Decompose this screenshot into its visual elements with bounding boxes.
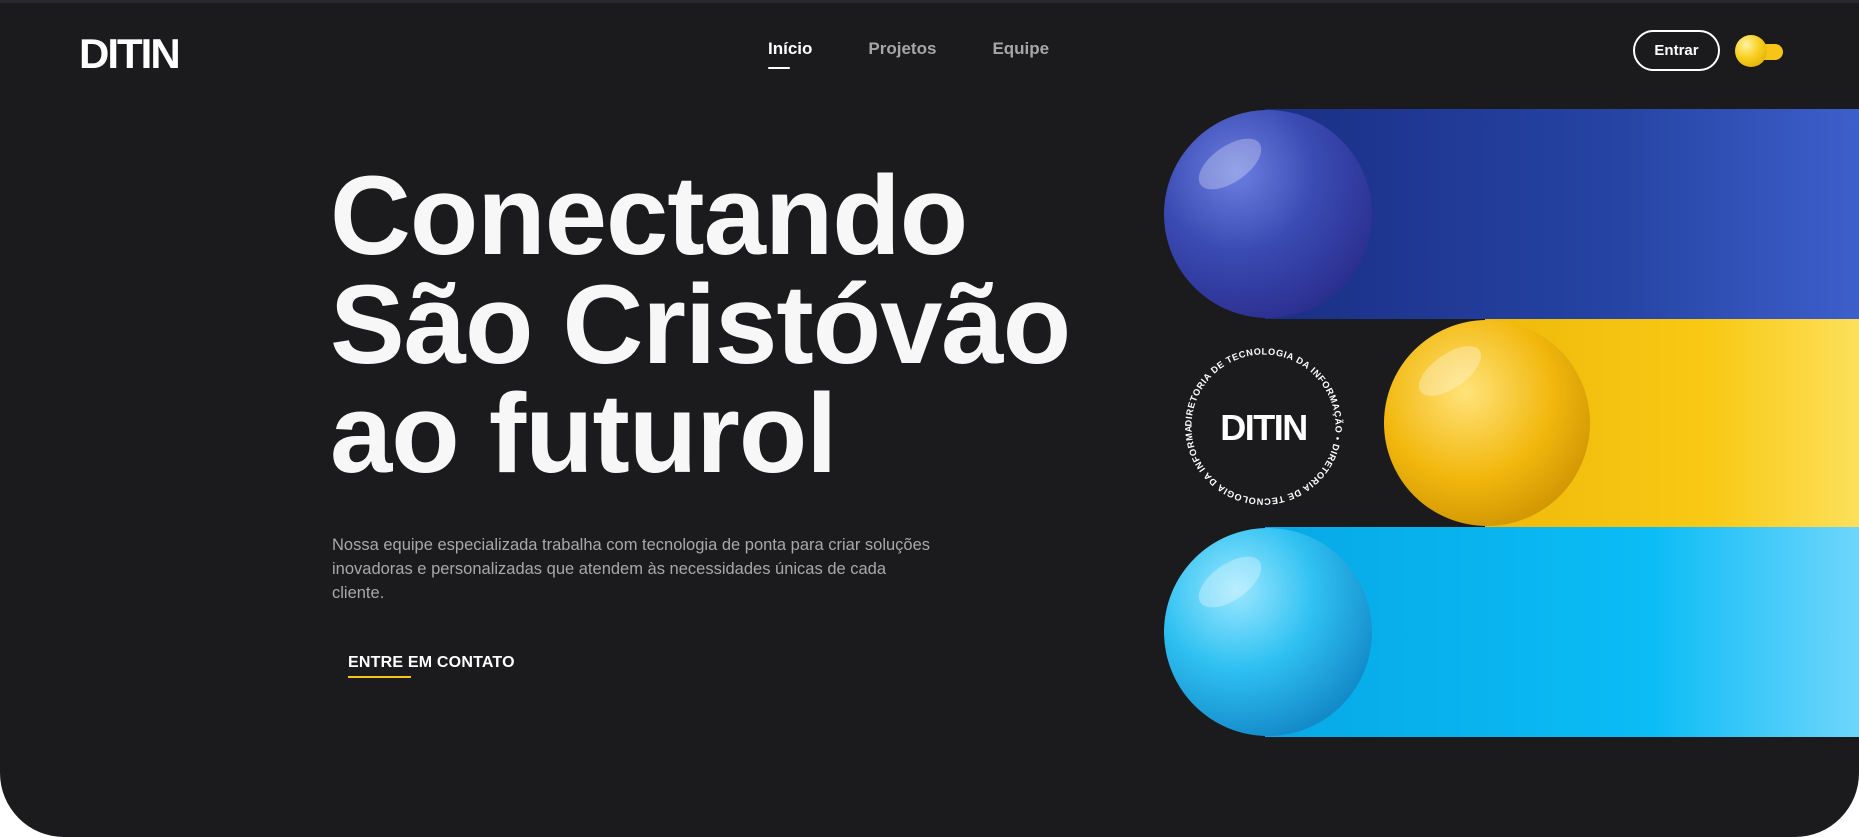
main-nav: Início Projetos Equipe [768, 39, 1049, 69]
theme-toggle[interactable] [1735, 34, 1785, 68]
cyan-sphere [1164, 528, 1372, 736]
yellow-sphere [1384, 320, 1590, 526]
sun-toggle-icon [1735, 35, 1767, 67]
hero-title-line-3: ao futurol [330, 371, 837, 496]
logo-text: DITIN [79, 30, 179, 75]
cyan-band [1160, 527, 1859, 737]
blue-band [1160, 109, 1859, 319]
logo-mark: DITIN [79, 30, 181, 77]
nav-projetos[interactable]: Projetos [868, 39, 936, 59]
nav-inicio-label: Início [768, 39, 813, 58]
site-header: DITIN Início Projetos Equipe Entrar [0, 3, 1859, 99]
ditin-logo[interactable]: DITIN [79, 25, 181, 77]
hero-title: Conectando São Cristóvão ao futurol [330, 153, 1071, 496]
nav-equipe[interactable]: Equipe [992, 39, 1049, 59]
nav-projetos-label: Projetos [868, 39, 937, 58]
blue-sphere [1164, 110, 1372, 318]
contact-cta-link[interactable]: ENTRE EM CONTATO [348, 654, 515, 672]
page: DITIN Início Projetos Equipe Entrar Cone… [0, 0, 1859, 837]
seal-logo-text: DITIN [1220, 407, 1307, 448]
login-button[interactable]: Entrar [1633, 30, 1720, 71]
nav-inicio[interactable]: Início [768, 39, 813, 69]
nav-equipe-label: Equipe [992, 39, 1050, 58]
login-button-label: Entrar [1654, 42, 1699, 59]
hero-description: Nossa equipe especializada trabalha com … [332, 536, 931, 602]
hero-title-line-2: São Cristóvão [330, 262, 1071, 387]
active-nav-underline [768, 67, 790, 69]
cta-underline [348, 676, 411, 678]
ditin-seal: DIRETORIA DE TECNOLOGIA DA INFORMAÇÃO • … [1172, 331, 1351, 514]
hero-title-line-1: Conectando [330, 153, 968, 278]
